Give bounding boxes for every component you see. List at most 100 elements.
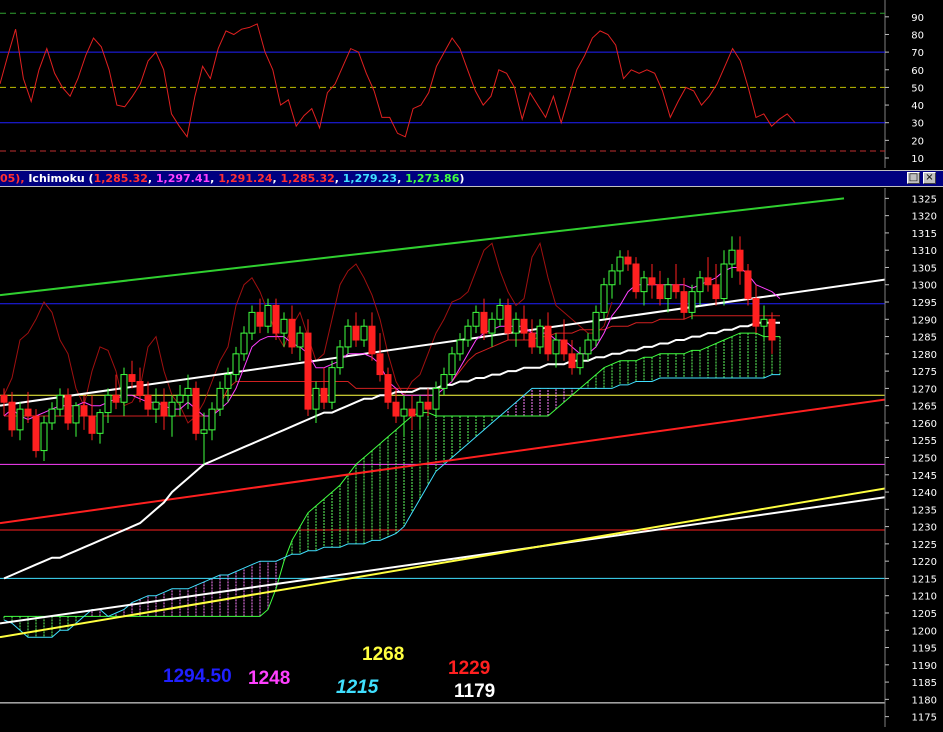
candle-body (24, 408, 32, 417)
price-tick-label: 1210 (912, 592, 937, 603)
candle-body (728, 249, 736, 265)
legend-value-1: 1,285.32 (93, 172, 148, 185)
candle-body (344, 325, 352, 348)
price-tick-label: 1290 (912, 315, 937, 326)
candle-body (152, 401, 160, 410)
candle-body (88, 415, 96, 434)
price-tick-label: 1270 (912, 384, 937, 395)
rsi-line (0, 23, 796, 139)
price-tick-label: 1195 (912, 644, 937, 655)
candle-body (720, 263, 728, 300)
candle-body (48, 408, 56, 424)
price-tick-label: 1295 (912, 298, 937, 309)
rsi-indicator-pane: 90 80 70 60 50 40 30 20 10 (0, 0, 943, 168)
candle-body (480, 311, 488, 334)
moving-average (3, 321, 780, 580)
price-tick-label: 1315 (912, 229, 937, 240)
candle-body (648, 277, 656, 286)
candle-body (664, 284, 672, 300)
candle-body (0, 394, 8, 403)
candle-body (192, 387, 200, 434)
candle-body (360, 325, 368, 341)
candle-body (576, 353, 584, 369)
candle-body (304, 332, 312, 410)
candle-body (8, 401, 16, 431)
candle-body (56, 394, 64, 410)
price-tick-label: 1215 (912, 574, 937, 585)
candle-body (288, 318, 296, 348)
candle-body (424, 401, 432, 410)
candle-body (328, 367, 336, 403)
candle-body (128, 374, 136, 382)
candle-body (264, 304, 272, 327)
candle-body (208, 408, 216, 431)
candle-body (616, 256, 624, 272)
price-tick-label: 1300 (912, 281, 937, 292)
candle-body (168, 401, 176, 417)
candle-body (384, 374, 392, 403)
candle-body (536, 325, 544, 348)
level-label-1179: 1179 (454, 681, 496, 702)
candle-body (80, 405, 88, 417)
candle-body (432, 387, 440, 410)
candle-body (272, 304, 280, 334)
indicator-values-legend: 05), Ichimoku (1,285.32, 1,297.41, 1,291… (0, 172, 465, 185)
price-tick-label: 1325 (912, 194, 937, 205)
candle-body (592, 311, 600, 341)
rsi-tick-label: 80 (911, 30, 924, 41)
trendline-3 (0, 487, 943, 625)
rsi-tick-label: 40 (911, 101, 924, 112)
legend-suffix: ) (459, 172, 465, 185)
candle-body (336, 346, 344, 369)
candle-body (640, 277, 648, 293)
level-label-1248: 1248 (248, 668, 291, 689)
candle-body (768, 318, 776, 341)
candle-body (568, 353, 576, 369)
trendline-4 (0, 477, 943, 639)
price-tick-label: 1255 (912, 436, 937, 447)
rsi-tick-label: 50 (911, 83, 924, 94)
candle-body (32, 415, 40, 452)
candle-body (584, 339, 592, 355)
price-tick-label: 1265 (912, 402, 937, 413)
price-tick-label: 1220 (912, 557, 937, 568)
rsi-chart: 90 80 70 60 50 40 30 20 10 (0, 0, 943, 168)
price-tick-label: 1275 (912, 367, 937, 378)
candle-body (656, 284, 664, 300)
price-tick-label: 1230 (912, 523, 937, 534)
price-tick-label: 1185 (912, 678, 937, 689)
candle-body (712, 284, 720, 300)
rsi-tick-label: 20 (911, 136, 924, 147)
ichimoku-price-chart: 1325 1320 1315 1310 1305 1300 1295 1290 1285 1280… (0, 188, 943, 727)
candle-body (392, 401, 400, 417)
candle-body (672, 284, 680, 293)
candle-body (248, 311, 256, 334)
candle-body (440, 374, 448, 389)
chart-window-titlebar[interactable]: 05), Ichimoku (1,285.32, 1,297.41, 1,291… (0, 170, 943, 187)
ichimoku-cloud (3, 333, 781, 638)
candle-body (184, 387, 192, 396)
candle-body (528, 332, 536, 348)
candle-body (256, 311, 264, 327)
candle-body (64, 394, 72, 424)
rsi-tick-label: 30 (911, 119, 924, 130)
price-tick-label: 1260 (912, 419, 937, 430)
candle-body (104, 394, 112, 414)
maximize-icon[interactable]: □ (907, 172, 920, 184)
senkou-span-a (4, 332, 780, 617)
price-tick-label: 1200 (912, 626, 937, 637)
close-icon[interactable]: × (923, 172, 936, 184)
level-label-1215: 1215 (336, 677, 379, 698)
candle-body (176, 394, 184, 403)
candle-body (136, 380, 144, 396)
legend-value-3: 1,291.24 (218, 172, 273, 185)
level-label-1268: 1268 (362, 644, 405, 665)
legend-value-4: 1,285.32 (280, 172, 335, 185)
price-tick-label: 1205 (912, 609, 937, 620)
candle-body (200, 429, 208, 434)
candle-body (280, 318, 288, 334)
candle-body (560, 339, 568, 355)
candle-body (224, 374, 232, 389)
candle-body (352, 325, 360, 341)
candle-body (472, 311, 480, 327)
